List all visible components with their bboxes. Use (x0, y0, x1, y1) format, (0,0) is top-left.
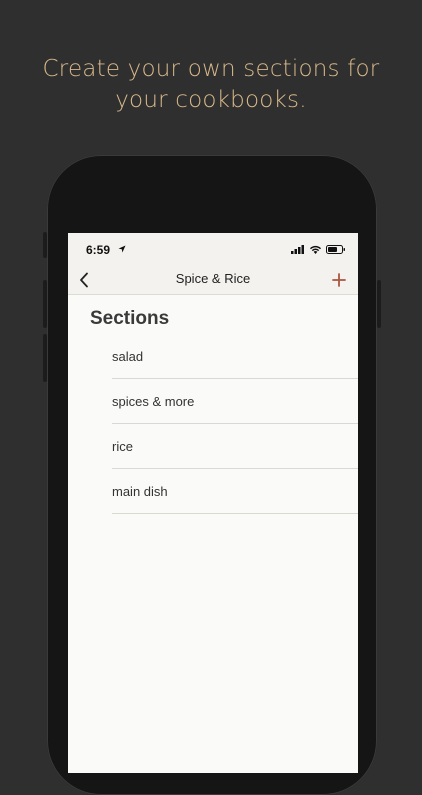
battery-icon (326, 245, 345, 254)
section-item-label: rice (112, 438, 133, 454)
phone-volume-down (43, 334, 47, 382)
section-item-label: salad (112, 348, 144, 364)
section-item-salad[interactable]: salad (112, 334, 358, 379)
section-item-spices-and-more[interactable]: spices & more (112, 379, 358, 424)
status-time: 6:59 (86, 243, 111, 257)
back-button[interactable] (74, 269, 94, 291)
section-item-rice[interactable]: rice (112, 424, 358, 469)
plus-icon (332, 273, 346, 287)
section-item-label: main dish (112, 483, 168, 499)
cellular-signal-icon (291, 245, 304, 254)
promo-line-2: your cookbooks. (115, 87, 307, 113)
phone-power-button (377, 280, 381, 328)
chevron-left-icon (80, 272, 88, 288)
section-item-main-dish[interactable]: main dish (112, 469, 358, 514)
sections-heading: Sections (90, 308, 170, 329)
phone-mute-switch (43, 232, 47, 258)
wifi-icon (310, 245, 321, 254)
navigation-bar: Spice & Rice (68, 267, 358, 295)
status-icons (291, 245, 346, 254)
location-arrow-icon (118, 245, 126, 253)
add-section-button[interactable] (328, 268, 350, 292)
sections-list: salad spices & more rice main dish (112, 334, 358, 514)
app-screen: 6:59 Spice & Rice Sections salad spices … (68, 233, 358, 773)
nav-title: Spice & Rice (175, 271, 251, 286)
phone-volume-up (43, 280, 47, 328)
promo-headline: Create your own sections for your cookbo… (0, 54, 422, 116)
status-bar: 6:59 (68, 233, 358, 267)
section-item-label: spices & more (112, 393, 195, 409)
promo-line-1: Create your own sections for (42, 56, 380, 82)
